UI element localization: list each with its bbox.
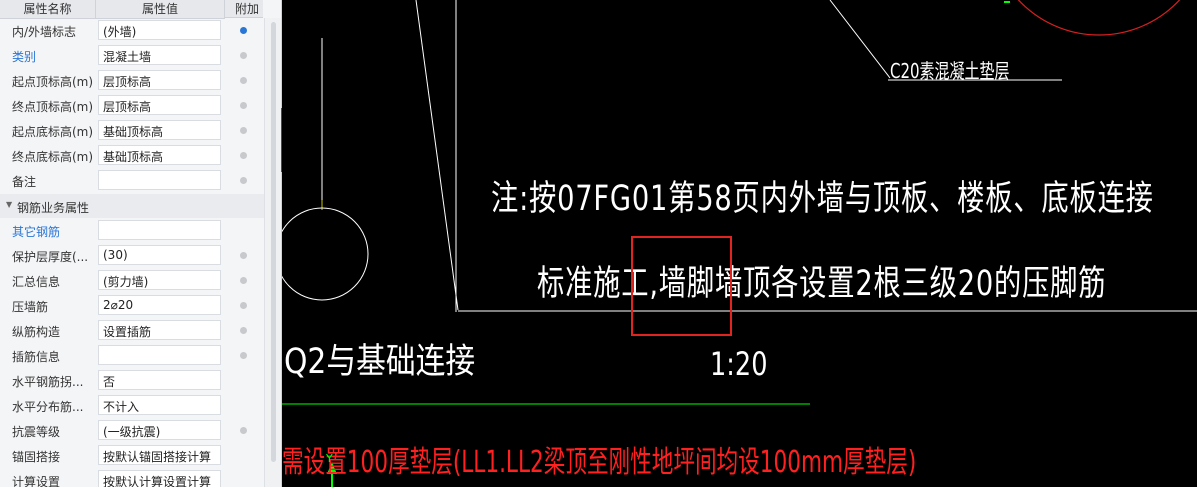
highlight-box — [631, 236, 732, 336]
property-value-field[interactable] — [98, 170, 221, 190]
extra-flag-radio[interactable] — [240, 177, 247, 184]
y-axis-label: Y — [326, 452, 333, 465]
property-row[interactable]: 备注 — [0, 168, 264, 193]
property-value-field[interactable]: 按默认锚固搭接计算 — [98, 445, 221, 465]
extra-flag-radio[interactable] — [240, 77, 247, 84]
cad-canvas[interactable]: C20素混凝土垫层 注:按07FG01第58页内外墙与顶板、楼板、底板连接 标准… — [282, 0, 1197, 487]
property-value-field[interactable]: 2⌀20 — [98, 295, 221, 315]
property-label: 水平分布筋... — [12, 400, 84, 414]
round-column-circle — [282, 207, 369, 301]
property-value-field[interactable] — [98, 345, 221, 365]
property-row[interactable]: 插筋信息 — [0, 343, 264, 368]
scrollbar-thumb[interactable] — [271, 22, 276, 462]
property-value-field[interactable]: 层顶标高 — [98, 95, 221, 115]
panel-scrollbar[interactable] — [264, 18, 281, 487]
section-rebar-properties[interactable]: ▼ 钢筋业务属性 — [0, 194, 264, 218]
note-line-2: 标准施工,墙脚墙顶各设置2根三级20的压脚筋 — [537, 264, 1107, 304]
property-row[interactable]: 水平分布筋... 不计入 — [0, 393, 264, 418]
property-row[interactable]: 锚固搭接 按默认锚固搭接计算 — [0, 443, 264, 468]
property-label: 其它钢筋 — [12, 225, 61, 239]
property-label: 水平钢筋拐... — [12, 375, 84, 389]
property-value-field[interactable]: 不计入 — [98, 395, 221, 415]
extra-flag-radio[interactable] — [240, 252, 247, 259]
property-row[interactable]: 纵筋构造 设置插筋 — [0, 318, 264, 343]
scale-label: 1:20 — [710, 345, 768, 383]
property-value-field[interactable] — [98, 220, 221, 240]
extra-flag-radio[interactable] — [240, 102, 247, 109]
property-row[interactable]: 起点底标高(m) 基础顶标高 — [0, 118, 264, 143]
property-row[interactable]: 内/外墙标志 (外墙) — [0, 18, 264, 43]
property-value-field[interactable]: 混凝土墙 — [98, 45, 221, 65]
property-label: 插筋信息 — [12, 350, 61, 364]
property-value-field[interactable]: (外墙) — [98, 20, 221, 40]
red-circle-arc — [1017, 0, 1181, 36]
property-label: 计算设置 — [12, 475, 61, 487]
property-label: 备注 — [12, 175, 37, 189]
collapse-triangle-icon: ▼ — [6, 200, 13, 209]
property-value-field[interactable]: 设置插筋 — [98, 320, 221, 340]
property-value-field[interactable]: 按默认计算设置计算 — [98, 470, 221, 487]
extra-flag-radio[interactable] — [240, 277, 247, 284]
property-row[interactable]: 终点底标高(m) 基础顶标高 — [0, 143, 264, 168]
property-panel: 属性名称 属性值 附加 内/外墙标志 (外墙) 类别 混凝土墙 起点顶标高(m) 层顶标高… — [0, 0, 282, 487]
property-value-field[interactable]: (30) — [98, 245, 221, 265]
red-note: 需设置100厚垫层(LL1.LL2梁顶至刚性地坪间均设100mm厚垫层) — [282, 445, 917, 480]
property-row[interactable]: 计算设置 按默认计算设置计算 — [0, 468, 264, 487]
property-label: 起点底标高(m) — [12, 125, 94, 139]
extra-flag-radio[interactable] — [240, 127, 247, 134]
extra-flag-radio[interactable] — [240, 52, 247, 59]
property-label: 压墙筋 — [12, 300, 49, 314]
property-label: 抗震等级 — [12, 425, 61, 439]
extra-flag-radio[interactable] — [240, 327, 247, 334]
property-row[interactable]: 终点顶标高(m) 层顶标高 — [0, 93, 264, 118]
property-label: 类别 — [12, 50, 37, 64]
property-value-field[interactable]: 层顶标高 — [98, 70, 221, 90]
note-line-1: 注:按07FG01第58页内外墙与顶板、楼板、底板连接 — [491, 179, 1154, 219]
cad-drawing — [282, 0, 1197, 487]
property-label: 终点顶标高(m) — [12, 100, 94, 114]
extra-flag-radio[interactable] — [240, 152, 247, 159]
extra-flag-radio[interactable] — [240, 427, 247, 434]
property-label: 锚固搭接 — [12, 450, 61, 464]
leader-line — [829, 0, 891, 79]
property-label: 纵筋构造 — [12, 325, 61, 339]
column-header-extra: 附加 — [225, 0, 263, 18]
property-row[interactable]: 起点顶标高(m) 层顶标高 — [0, 68, 264, 93]
c20-label: C20素混凝土垫层 — [890, 59, 1010, 83]
property-label: 终点底标高(m) — [12, 150, 94, 164]
extra-flag-radio[interactable] — [240, 352, 247, 359]
section-title: 钢筋业务属性 — [17, 201, 90, 215]
extra-flag-radio[interactable] — [240, 27, 247, 34]
property-value-field[interactable]: 基础顶标高 — [98, 120, 221, 140]
property-label: 保护层厚度(... — [12, 250, 89, 264]
property-row[interactable]: 抗震等级 (一级抗震) — [0, 418, 264, 443]
property-value-field[interactable]: 否 — [98, 370, 221, 390]
property-label: 汇总信息 — [12, 275, 61, 289]
q2-label: Q2与基础连接 — [284, 342, 476, 382]
property-row[interactable]: 类别 混凝土墙 — [0, 43, 264, 68]
property-row[interactable]: 其它钢筋 — [0, 218, 264, 243]
column-header-name: 属性名称 — [0, 0, 96, 19]
extra-flag-radio[interactable] — [240, 302, 247, 309]
property-value-field[interactable]: (剪力墙) — [98, 270, 221, 290]
property-value-field[interactable]: (一级抗震) — [98, 420, 221, 440]
property-value-field[interactable]: 基础顶标高 — [98, 145, 221, 165]
property-label: 内/外墙标志 — [12, 25, 77, 39]
property-row[interactable]: 汇总信息 (剪力墙) — [0, 268, 264, 293]
property-row[interactable]: 水平钢筋拐... 否 — [0, 368, 264, 393]
column-header-value: 属性值 — [96, 0, 225, 19]
property-row[interactable]: 压墙筋 2⌀20 — [0, 293, 264, 318]
property-label: 起点顶标高(m) — [12, 75, 94, 89]
wall-left-slant — [415, 0, 459, 311]
property-row[interactable]: 保护层厚度(... (30) — [0, 243, 264, 268]
